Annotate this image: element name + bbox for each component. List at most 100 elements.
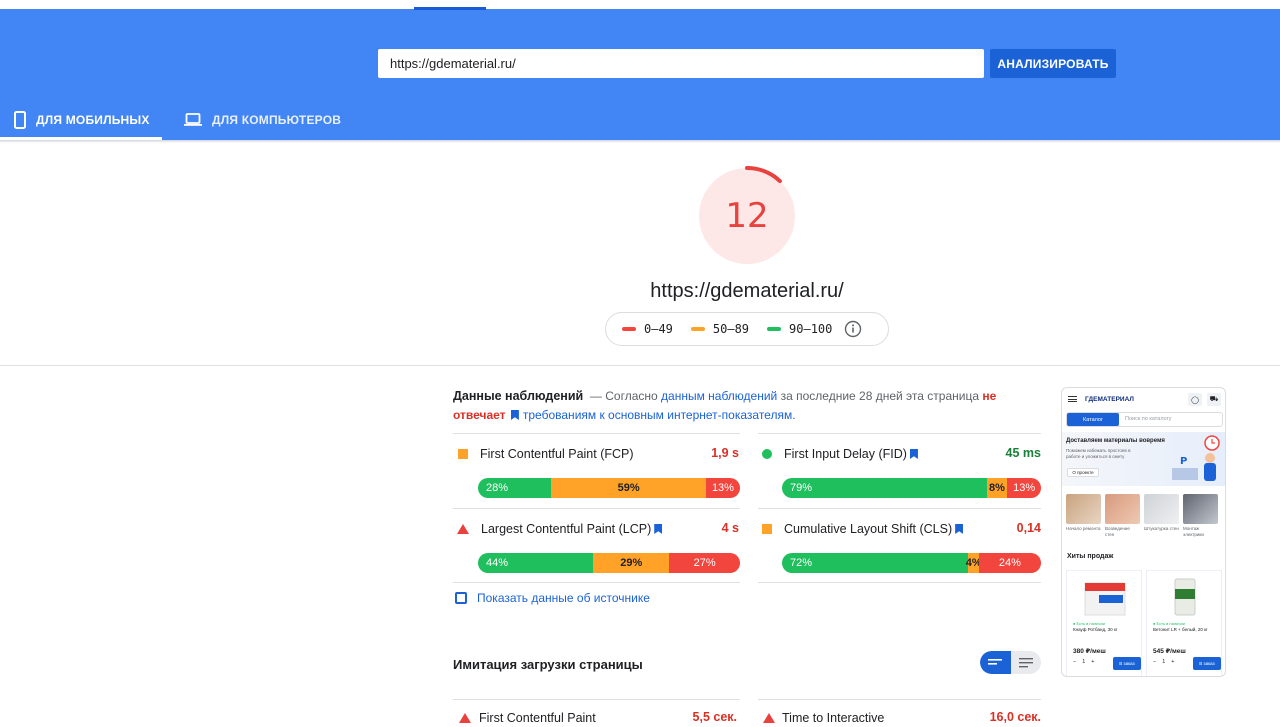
analyze-button[interactable]: АНАЛИЗИРОВАТЬ (990, 49, 1116, 78)
good-dash-icon (767, 327, 782, 331)
preview-search: Каталог Поиск по каталогу (1066, 412, 1223, 427)
preview-tile: Штукатурка стен (1144, 494, 1179, 537)
tab-mobile[interactable]: ДЛЯ МОБИЛЬНЫХ (0, 99, 162, 140)
product-image (1084, 582, 1126, 616)
metric-fid: First Input Delay (FID) 45 ms 79% 8% 13% (759, 444, 1041, 504)
metric-value: 45 ms (1005, 446, 1041, 460)
divider (758, 508, 1041, 509)
compact-list-icon (988, 658, 1003, 665)
show-source-label: Показать данные об источнике (477, 591, 650, 605)
poor-triangle-icon (763, 713, 775, 723)
preview-brand: ГДЕМАТЕРИАЛ (1085, 395, 1134, 403)
tile-label: Штукатурка стен (1144, 526, 1179, 531)
compact-view-toggle[interactable] (980, 651, 1011, 674)
tile-label: Возведение стен (1105, 526, 1130, 537)
legend-label-poor: 0–49 (644, 322, 673, 336)
tile-label: Монтаж электрики (1183, 526, 1204, 537)
bar-poor: 13% (1007, 478, 1041, 498)
preview-banner: Доставляем материалы вовремя Поможем изб… (1062, 432, 1225, 486)
product-name: Ветонит LR + белый, 20 кг (1153, 627, 1208, 632)
checkbox-icon (455, 592, 467, 604)
poor-triangle-icon (457, 524, 469, 534)
bar-average: 4% (966, 553, 982, 573)
legend-item-poor: 0–49 (622, 322, 673, 336)
legend-item-average: 50–89 (690, 322, 749, 336)
field-data-title: Данные наблюдений (453, 389, 584, 403)
view-toggle[interactable] (980, 651, 1041, 674)
preview-banner-text: Поможем избежать простоев в работе и уло… (1066, 448, 1131, 459)
lab-metric-name: Time to Interactive (782, 711, 885, 725)
smartphone-icon (14, 110, 26, 129)
metric-cls: Cumulative Layout Shift (CLS) 0,14 72% 4… (759, 519, 1041, 579)
metric-name: First Input Delay (FID) (784, 447, 907, 461)
divider (453, 433, 740, 434)
url-input[interactable] (378, 49, 984, 78)
header-tab-indicator (414, 7, 486, 10)
metric-lcp: Largest Contentful Paint (LCP) 4 s 44% 2… (455, 519, 740, 579)
bookmark-icon (654, 524, 663, 534)
bar-good: 72% (782, 553, 969, 573)
divider (758, 433, 1041, 434)
poor-triangle-icon (459, 713, 471, 723)
average-square-icon (762, 524, 772, 534)
metric-value: 1,9 s (711, 446, 739, 460)
product-stock: ● Есть в наличии (1073, 621, 1105, 626)
header-top-strip (0, 0, 1280, 9)
tab-desktop[interactable]: ДЛЯ КОМПЬЮТЕРОВ (172, 99, 352, 140)
lab-metric-value: 5,5 сек. (692, 710, 737, 724)
legend-item-good: 90–100 (767, 322, 832, 336)
product-buy-button: В заказ (1113, 657, 1141, 670)
bar-good: 79% (782, 478, 987, 498)
metric-head: First Contentful Paint (FCP) (455, 444, 739, 464)
divider (453, 508, 740, 509)
metric-value: 4 s (721, 521, 739, 535)
performance-score: 12 (725, 196, 769, 236)
tile-image (1183, 494, 1218, 524)
bookmark-icon (909, 449, 918, 459)
distribution-bar: 79% 8% 13% (782, 478, 1041, 498)
preview-tile: Начало ремонта (1066, 494, 1101, 537)
header-shadow (0, 140, 1280, 143)
divider (758, 699, 1041, 700)
svg-text:P: P (1180, 456, 1187, 467)
distribution-bar: 28% 59% 13% (478, 478, 740, 498)
bar-average: 29% (593, 553, 670, 573)
distribution-bar: 44% 29% 27% (478, 553, 740, 573)
preview-tile: Возведение стен (1105, 494, 1140, 537)
score-legend: 0–49 50–89 90–100 (605, 312, 889, 346)
product-buy-button: В заказ (1193, 657, 1221, 670)
menu-icon (1068, 396, 1077, 402)
bar-good: 28% (478, 478, 552, 498)
preview-search-placeholder: Поиск по каталогу (1125, 416, 1172, 422)
quantity-stepper: −1 + (1073, 659, 1095, 665)
product-stock: ● Есть в наличии (1153, 621, 1185, 626)
show-source-checkbox[interactable]: Показать данные об источнике (455, 591, 650, 605)
fail-word-1: не (982, 389, 997, 403)
cart-icon: ⛟ (1207, 393, 1221, 406)
product-price: 380 ₽/меш (1073, 648, 1106, 655)
average-square-icon (458, 449, 468, 459)
divider (453, 582, 740, 583)
metric-head: Largest Contentful Paint (LCP) (455, 519, 739, 539)
divider (758, 582, 1041, 583)
divider (453, 699, 740, 700)
info-icon[interactable] (844, 320, 862, 338)
lab-data-title: Имитация загрузки страницы (453, 657, 643, 672)
bar-poor: 13% (705, 478, 740, 498)
core-web-vitals-link[interactable]: требованиям к основным интернет-показате… (523, 408, 796, 422)
expanded-view-toggle[interactable] (1011, 651, 1042, 674)
field-text-2: за последние 28 дней эта страница (780, 389, 979, 403)
lab-metric-name: First Contentful Paint (479, 711, 596, 725)
lab-metric-value: 16,0 сек. (989, 710, 1041, 724)
field-data-link[interactable]: данным наблюдений (661, 389, 777, 403)
product-name: Кнауф Ротбанд, 30 кг (1073, 627, 1118, 632)
preview-hits-title: Хиты продаж (1067, 553, 1114, 560)
tile-label: Начало ремонта (1066, 526, 1101, 531)
product-image (1174, 578, 1196, 616)
laptop-icon (184, 113, 202, 126)
poor-dash-icon (622, 327, 636, 331)
preview-category-tiles: Начало ремонта Возведение стен Штукатурк… (1066, 494, 1218, 537)
preview-banner-button: О проекте (1067, 468, 1099, 477)
tab-desktop-label: ДЛЯ КОМПЬЮТЕРОВ (212, 112, 342, 127)
tile-image (1144, 494, 1179, 524)
